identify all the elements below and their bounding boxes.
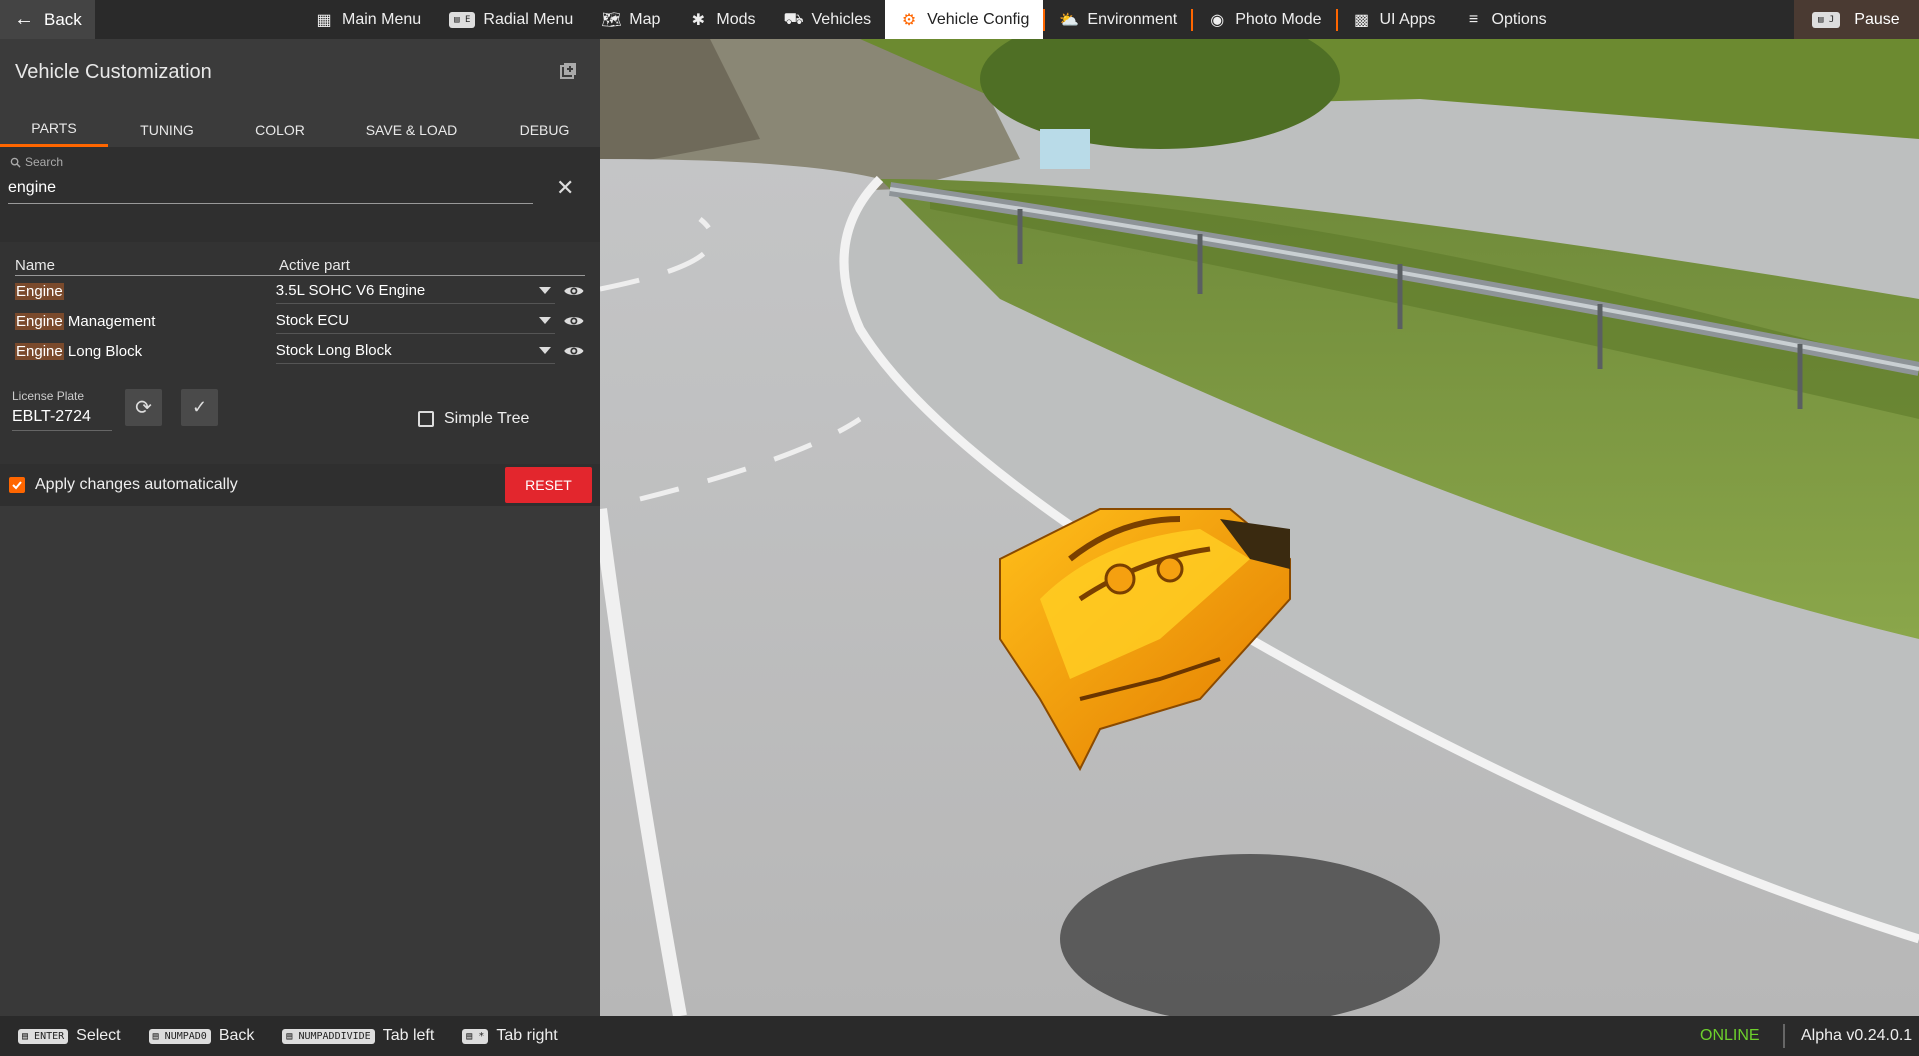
part-dropdown[interactable]: 3.5L SOHC V6 Engine [275,278,556,304]
header-active-part: Active part [279,257,350,274]
apply-auto-label: Apply changes automatically [35,476,238,493]
table-header: Name Active part [15,253,585,276]
keyboard-key-icon: ▤ * [462,1028,489,1044]
chevron-down-icon [539,287,552,294]
hint-back[interactable]: ▤ NUMPAD0 Back [148,1027,254,1045]
chevron-down-icon [539,347,552,354]
pin-window-icon[interactable] [558,61,578,81]
menu-item-vehicles[interactable]: ⛟ Vehicles [770,0,886,39]
online-status: ONLINE [1700,1027,1760,1044]
apply-changes-row: Apply changes automatically RESET [0,464,600,506]
apps-icon: ▩ [1353,11,1370,29]
search-label: Search [10,155,63,169]
engine-shadow [1060,854,1440,1016]
scene-illustration [600,39,1919,1016]
apply-plate-button[interactable]: ✓ [181,389,218,426]
search-input[interactable] [8,173,533,204]
table-row: Engine Long Block Stock Long Block [15,336,585,366]
table-row: Engine 3.5L SOHC V6 Engine [15,276,585,306]
panel-header: Vehicle Customization PARTS TUNING COLOR… [0,39,600,147]
map-icon: 🗺 [601,11,622,29]
vehicle-customization-panel: Vehicle Customization PARTS TUNING COLOR… [0,39,600,1016]
menu-item-options[interactable]: ≡ Options [1450,0,1561,39]
panel-title: Vehicle Customization [15,61,212,83]
status-separator [1783,1024,1785,1048]
chevron-down-icon [539,317,552,324]
sky-patch [1040,129,1090,169]
search-highlight: Engine [15,342,64,360]
back-label: Back [44,9,82,29]
3d-viewport[interactable] [600,39,1919,1016]
simple-tree-checkbox[interactable] [418,411,434,427]
reset-button[interactable]: RESET [505,467,592,503]
sliders-icon: ≡ [1468,10,1479,28]
tab-tuning[interactable]: TUNING [108,112,226,147]
checkmark-icon [12,481,22,490]
keyboard-key-icon: ▤ ENTER [18,1028,69,1044]
keyboard-key-icon: ▤ NUMPAD0 [148,1028,211,1044]
menu-item-photo-mode[interactable]: ◉ Photo Mode [1193,0,1335,39]
search-highlight: Engine [15,312,64,330]
part-dropdown[interactable]: Stock Long Block [275,338,556,364]
menu-item-radial-menu[interactable]: ▤ E Radial Menu [435,0,587,39]
close-icon[interactable]: ✕ [556,175,574,201]
license-plate-input[interactable] [12,404,112,431]
checkmark-icon: ✓ [191,397,208,417]
main-menu-items: ▦ Main Menu ▤ E Radial Menu 🗺 Map ✱ Mods… [300,0,1561,39]
weather-icon: ⛅ [1059,11,1080,29]
hint-tab-right[interactable]: ▤ * Tab right [462,1027,558,1045]
top-menu-bar: ← Back ▦ Main Menu ▤ E Radial Menu 🗺 Map… [0,0,1919,39]
pause-button[interactable]: ▤ J Pause [1794,0,1919,39]
radial-menu-icon: ▤ E [449,11,476,28]
table-row: Engine Management Stock ECU [15,306,585,336]
eye-icon[interactable] [563,284,585,298]
part-dropdown[interactable]: Stock ECU [275,308,556,334]
tab-color[interactable]: COLOR [226,112,334,147]
eye-icon[interactable] [563,344,585,358]
refresh-icon: ⟳ [135,397,152,419]
menu-item-ui-apps[interactable]: ▩ UI Apps [1338,0,1450,39]
engine-icon: ⚙ [901,11,917,29]
keyboard-key-icon: ▤ NUMPADDIVIDE [282,1028,375,1044]
back-button[interactable]: ← Back [0,0,95,39]
panel-tabs: PARTS TUNING COLOR SAVE & LOAD DEBUG [0,112,600,147]
menu-item-main-menu[interactable]: ▦ Main Menu [300,0,435,39]
tab-debug[interactable]: DEBUG [489,112,600,147]
bottom-hint-bar: ▤ ENTER Select ▤ NUMPAD0 Back ▤ NUMPADDI… [0,1016,1919,1056]
hint-select[interactable]: ▤ ENTER Select [18,1027,121,1045]
arrow-left-icon: ← [14,8,34,30]
simple-tree-label: Simple Tree [444,410,530,427]
tab-save-load[interactable]: SAVE & LOAD [334,112,489,147]
eye-icon[interactable] [563,314,585,328]
panel-empty-area [0,506,600,1016]
hint-tab-left[interactable]: ▤ NUMPADDIVIDE Tab left [282,1027,434,1045]
menu-item-map[interactable]: 🗺 Map [587,0,674,39]
camera-icon: ◉ [1210,11,1225,29]
header-name: Name [15,257,56,274]
puzzle-icon: ✱ [691,11,706,29]
version-label: Alpha v0.24.0.1 [1801,1027,1913,1044]
license-plate-label: License Plate [12,389,85,403]
apply-auto-checkbox[interactable] [9,477,25,493]
grid-icon: ▦ [316,11,332,29]
tab-parts[interactable]: PARTS [0,112,108,147]
parts-table: Name Active part Engine 3.5L SOHC V6 Eng… [15,253,585,366]
keyboard-key-icon: ▤ J [1812,11,1841,28]
menu-item-vehicle-config[interactable]: ⚙ Vehicle Config [885,0,1044,39]
randomize-plate-button[interactable]: ⟳ [125,389,162,426]
search-icon [10,157,21,168]
search-area: Search ✕ [0,147,600,242]
menu-item-mods[interactable]: ✱ Mods [674,0,769,39]
search-highlight: Engine [15,282,64,300]
menu-item-environment[interactable]: ⛅ Environment [1045,0,1191,39]
car-icon: ⛟ [783,10,804,28]
